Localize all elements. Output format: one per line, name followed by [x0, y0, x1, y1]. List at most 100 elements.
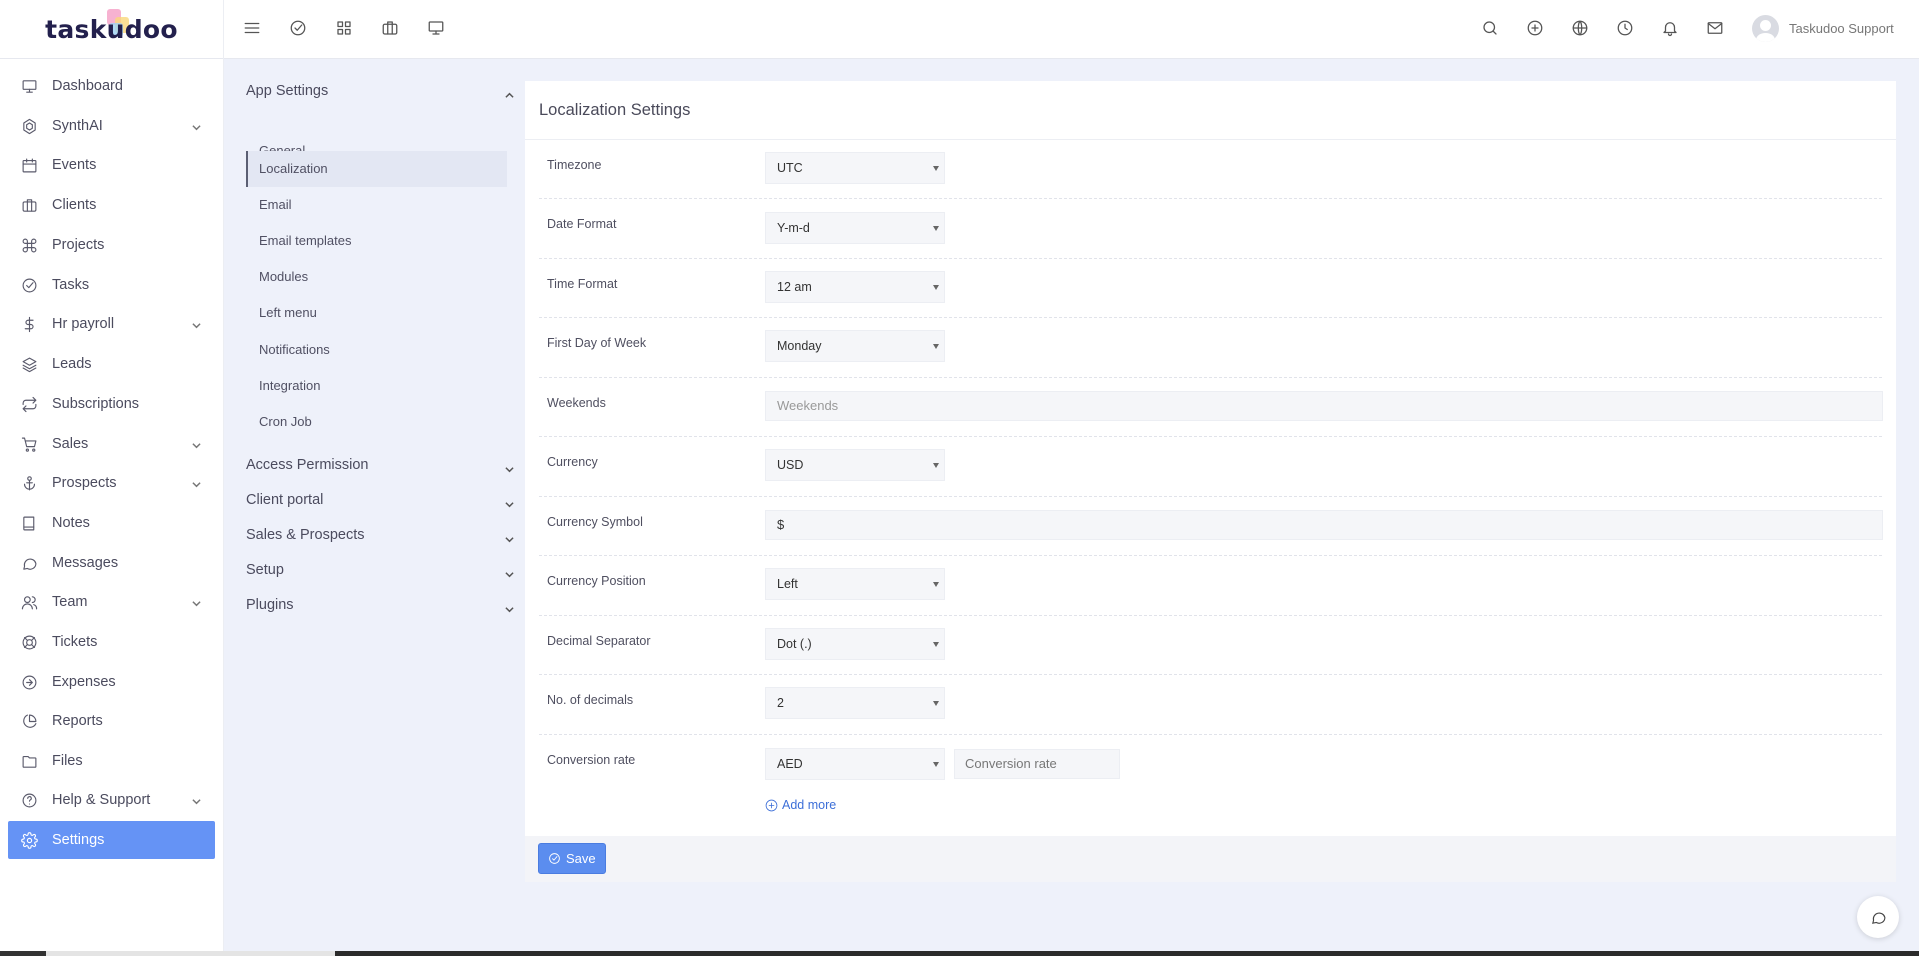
chevron-down-icon — [505, 462, 514, 473]
top-bar: taskudoo Taskudoo Support — [0, 0, 1919, 59]
chat-button[interactable] — [1857, 896, 1899, 938]
decimals-select[interactable]: 2 — [765, 687, 945, 719]
settings-section-client-portal[interactable]: Client portal — [246, 492, 514, 508]
monitor-icon[interactable] — [424, 16, 448, 40]
sidebar-item-subscriptions[interactable]: Subscriptions — [8, 385, 215, 423]
settings-section-label: Plugins — [246, 597, 294, 613]
sidebar-item-leads[interactable]: Leads — [8, 345, 215, 383]
user-menu[interactable]: Taskudoo Support — [1752, 15, 1894, 42]
sidebar-item-notes[interactable]: Notes — [8, 504, 215, 542]
settings-section-plugins[interactable]: Plugins — [246, 597, 514, 613]
sidebar-item-settings[interactable]: Settings — [8, 821, 215, 859]
settings-item-email-templates[interactable]: Email templates — [246, 223, 507, 259]
sidebar-item-files[interactable]: Files — [8, 742, 215, 780]
settings-item-left-menu[interactable]: Left menu — [246, 295, 507, 331]
chevron-down-icon — [192, 596, 201, 607]
briefcase-icon — [20, 196, 38, 214]
select-value: Left — [777, 577, 798, 591]
settings-item-notifications[interactable]: Notifications — [246, 332, 507, 368]
settings-section-sales-prospects[interactable]: Sales & Prospects — [246, 527, 514, 543]
currency-select[interactable]: USD — [765, 449, 945, 481]
repeat-icon — [20, 395, 38, 413]
currency-position-select[interactable]: Left — [765, 568, 945, 600]
sidebar-item-clients[interactable]: Clients — [8, 186, 215, 224]
clock-icon[interactable] — [1613, 16, 1637, 40]
row-decimals: No. of decimals 2 — [539, 675, 1882, 735]
sidebar-item-help-support[interactable]: Help & Support — [8, 781, 215, 819]
first-day-select[interactable]: Monday — [765, 330, 945, 362]
bell-icon[interactable] — [1658, 16, 1682, 40]
avatar — [1752, 15, 1779, 42]
briefcase-icon[interactable] — [378, 16, 402, 40]
field-label: Decimal Separator — [547, 634, 651, 648]
settings-item-localization[interactable]: Localization — [246, 151, 507, 187]
sidebar-item-hr-payroll[interactable]: Hr payroll — [8, 305, 215, 343]
sidebar-item-sales[interactable]: Sales — [8, 425, 215, 463]
select-value: 12 am — [777, 280, 812, 294]
sidebar-item-synthai[interactable]: SynthAI — [8, 107, 215, 145]
settings-menu: App Settings General Localization Email … — [224, 59, 514, 956]
check-circle-icon — [20, 276, 38, 294]
sidebar-item-expenses[interactable]: Expenses — [8, 663, 215, 701]
plus-circle-icon[interactable] — [1523, 16, 1547, 40]
settings-item-email[interactable]: Email — [246, 187, 507, 223]
decimal-separator-select[interactable]: Dot (.) — [765, 628, 945, 660]
menu-icon[interactable] — [240, 16, 264, 40]
row-conversion-rate: Conversion rate AED Conversion rate Add … — [539, 735, 1882, 835]
settings-item-cron-job[interactable]: Cron Job — [246, 404, 507, 440]
chat-icon — [1871, 912, 1885, 924]
grid-icon[interactable] — [332, 16, 356, 40]
field-label: Currency Position — [547, 574, 646, 588]
gear-icon — [20, 831, 38, 849]
mail-icon[interactable] — [1703, 16, 1727, 40]
caret-down-icon — [933, 701, 939, 706]
add-more-link[interactable]: Add more — [765, 798, 836, 812]
sidebar-item-tasks[interactable]: Tasks — [8, 266, 215, 304]
time-format-select[interactable]: 12 am — [765, 271, 945, 303]
lifebuoy-icon — [20, 633, 38, 651]
sidebar-item-label: Files — [52, 753, 83, 769]
globe-icon[interactable] — [1568, 16, 1592, 40]
chevron-down-icon — [505, 602, 514, 613]
logo[interactable]: taskudoo — [45, 9, 178, 44]
sidebar-item-dashboard[interactable]: Dashboard — [8, 67, 215, 105]
sidebar-item-label: Clients — [52, 197, 97, 213]
layers-icon — [20, 355, 38, 373]
currency-symbol-input[interactable]: $ — [765, 510, 1883, 540]
settings-section-app-settings[interactable]: App Settings — [246, 83, 514, 99]
settings-item-integration[interactable]: Integration — [246, 368, 507, 404]
anchor-icon — [20, 474, 38, 492]
settings-section-setup[interactable]: Setup — [246, 562, 514, 578]
conversion-rate-input[interactable]: Conversion rate — [954, 749, 1120, 779]
sidebar-item-team[interactable]: Team — [8, 583, 215, 621]
book-icon — [20, 514, 38, 532]
sidebar-item-projects[interactable]: Projects — [8, 226, 215, 264]
sidebar-item-label: Reports — [52, 713, 103, 729]
settings-section-access-permission[interactable]: Access Permission — [246, 457, 514, 473]
chevron-down-icon — [192, 477, 201, 488]
check-circle-icon[interactable] — [286, 16, 310, 40]
field-label: Time Format — [547, 277, 618, 291]
settings-section-label: Client portal — [246, 492, 324, 508]
sidebar-item-events[interactable]: Events — [8, 146, 215, 184]
select-value: Dot (.) — [777, 637, 812, 651]
sidebar-item-tickets[interactable]: Tickets — [8, 623, 215, 661]
caret-down-icon — [933, 166, 939, 171]
timezone-select[interactable]: UTC — [765, 152, 945, 184]
search-icon[interactable] — [1478, 16, 1502, 40]
save-label: Save — [566, 851, 596, 866]
conversion-currency-select[interactable]: AED — [765, 748, 945, 780]
row-currency: Currency USD — [539, 437, 1882, 497]
sidebar-item-messages[interactable]: Messages — [8, 544, 215, 582]
user-name: Taskudoo Support — [1789, 21, 1894, 36]
sidebar-item-prospects[interactable]: Prospects — [8, 464, 215, 502]
save-button[interactable]: Save — [538, 843, 606, 874]
row-currency-position: Currency Position Left — [539, 556, 1882, 616]
sidebar-item-reports[interactable]: Reports — [8, 702, 215, 740]
weekends-input[interactable]: Weekends — [765, 391, 1883, 421]
settings-item-modules[interactable]: Modules — [246, 259, 507, 295]
row-timezone: Timezone UTC — [539, 140, 1882, 199]
select-value: Monday — [777, 339, 822, 353]
date-format-select[interactable]: Y-m-d — [765, 212, 945, 244]
folder-icon — [20, 752, 38, 770]
